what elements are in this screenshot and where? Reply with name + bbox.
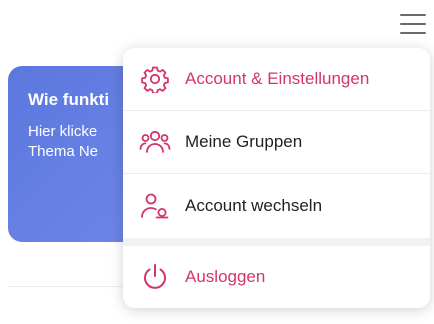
hamburger-line [400, 14, 426, 16]
menu-item-logout[interactable]: Ausloggen [123, 246, 430, 308]
power-icon [139, 261, 171, 293]
hamburger-menu-icon[interactable] [400, 10, 426, 38]
menu-item-label: Ausloggen [185, 267, 266, 286]
menu-item-label: Account wechseln [185, 196, 323, 215]
menu-separator [123, 238, 430, 246]
settings-gear-icon [139, 63, 171, 95]
group-users-icon [139, 126, 171, 158]
menu-item-label: Meine Gruppen [185, 132, 303, 151]
menu-item-my-groups[interactable]: Meine Gruppen [123, 111, 430, 174]
divider [8, 286, 128, 287]
switch-account-icon [139, 190, 171, 222]
menu-item-account-settings[interactable]: Account & Einstellungen [123, 48, 430, 111]
account-dropdown-menu: Account & Einstellungen Meine Gruppen Ac… [123, 48, 430, 308]
menu-item-label: Account & Einstellungen [185, 69, 370, 88]
menu-item-switch-account[interactable]: Account wechseln [123, 174, 430, 238]
hamburger-line [400, 32, 426, 34]
hamburger-line [400, 23, 426, 25]
